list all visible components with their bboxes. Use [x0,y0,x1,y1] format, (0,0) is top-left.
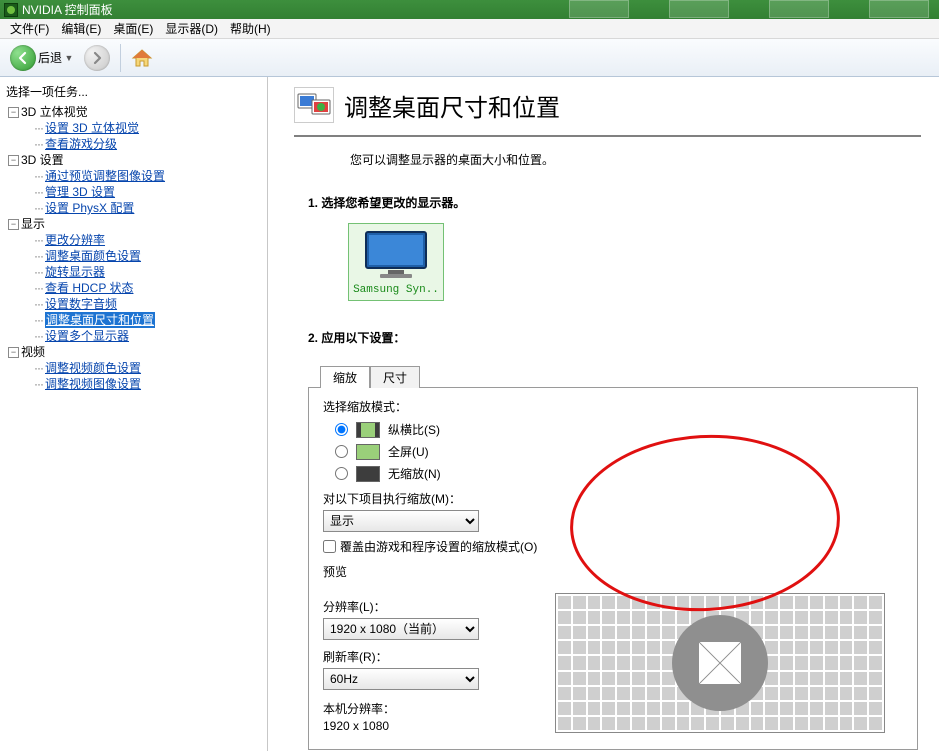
radio-aspect[interactable]: 纵横比(S) [335,421,903,438]
page-header: 调整桌面尺寸和位置 [294,87,921,137]
tree-group-video[interactable]: − 视频 [2,344,265,360]
resolution-label: 分辨率(L)： [323,598,523,615]
settings-tabs: 缩放 尺寸 [320,366,921,388]
preview-target-icon [672,615,768,711]
tree-item[interactable]: ···更改分辨率 [2,232,265,248]
monitor-label: Samsung Syn.. [353,284,439,296]
refresh-select[interactable]: 60Hz [323,668,479,690]
menu-help[interactable]: 帮助(H) [224,18,277,39]
tree-item[interactable]: ···设置数字音频 [2,296,265,312]
collapse-icon[interactable]: − [8,347,19,358]
perform-scale-label: 对以下项目执行缩放(M)： [323,490,903,507]
collapse-icon[interactable]: − [8,155,19,166]
resolution-select[interactable]: 1920 x 1080（当前） [323,618,479,640]
tree-item[interactable]: ···调整视频图像设置 [2,376,265,392]
collapse-icon[interactable]: − [8,219,19,230]
tree-group-3d-settings[interactable]: − 3D 设置 [2,152,265,168]
sidebar-title: 选择一项任务... [2,81,265,104]
radio-aspect-input[interactable] [335,423,348,436]
window-title: NVIDIA 控制面板 [22,1,113,18]
tree-group-3d-stereo[interactable]: − 3D 立体视觉 [2,104,265,120]
tree-item[interactable]: ···旋转显示器 [2,264,265,280]
perform-scale-select[interactable]: 显示 [323,510,479,532]
task-tree: − 3D 立体视觉 ···设置 3D 立体视觉 ···查看游戏分级 − 3D 设… [2,104,265,392]
scale-mode-label: 选择缩放模式： [323,398,903,415]
tree-item[interactable]: ···查看 HDCP 状态 [2,280,265,296]
radio-full-label: 全屏(U) [388,443,429,460]
preview-label: 预览 [323,563,903,580]
forward-button[interactable] [80,43,114,73]
override-label: 覆盖由游戏和程序设置的缩放模式(O) [340,538,537,555]
back-label: 后退 [38,49,62,66]
menu-edit[interactable]: 编辑(E) [55,18,107,39]
titlebar-taskbar-ghosts [569,0,939,19]
page-description: 您可以调整显示器的桌面大小和位置。 [350,151,921,168]
tab-scale[interactable]: 缩放 [320,366,370,388]
tree-group-display[interactable]: − 显示 [2,216,265,232]
menu-file[interactable]: 文件(F) [4,18,55,39]
monitor-thumbnail[interactable]: Samsung Syn.. [348,223,444,301]
menu-display[interactable]: 显示器(D) [159,18,224,39]
scale-panel: 选择缩放模式： 纵横比(S) 全屏(U) [308,387,918,750]
radio-none-input[interactable] [335,467,348,480]
nvidia-logo-icon [4,3,18,17]
menubar: 文件(F) 编辑(E) 桌面(E) 显示器(D) 帮助(H) [0,19,939,39]
tree-item[interactable]: ···管理 3D 设置 [2,184,265,200]
native-res-value: 1920 x 1080 [323,719,523,733]
toolbar: 后退 ▼ [0,39,939,77]
preview-grid [555,593,885,733]
no-scaling-icon [356,466,380,482]
refresh-label: 刷新率(R)： [323,648,523,665]
tree-item-selected[interactable]: ···调整桌面尺寸和位置 [2,312,265,328]
tree-item[interactable]: ···设置多个显示器 [2,328,265,344]
override-checkbox[interactable] [323,540,336,553]
native-res-label: 本机分辨率： [323,700,523,717]
home-button[interactable] [127,45,157,71]
tree-item[interactable]: ···设置 PhysX 配置 [2,200,265,216]
radio-none-label: 无缩放(N) [388,465,441,482]
step2-title: 2. 应用以下设置： [308,329,921,346]
radio-aspect-label: 纵横比(S) [388,421,440,438]
page-title: 调整桌面尺寸和位置 [344,88,560,123]
task-sidebar: 选择一项任务... − 3D 立体视觉 ···设置 3D 立体视觉 ···查看游… [0,77,268,751]
fullscreen-icon [356,444,380,460]
back-button[interactable]: 后退 ▼ [6,43,78,73]
radio-full-input[interactable] [335,445,348,458]
content-area: 调整桌面尺寸和位置 您可以调整显示器的桌面大小和位置。 1. 选择您希望更改的显… [268,77,939,751]
home-icon [131,47,153,69]
toolbar-separator [120,44,121,72]
forward-arrow-icon [84,45,110,71]
back-arrow-icon [10,45,36,71]
menu-desktop[interactable]: 桌面(E) [107,18,159,39]
tab-size[interactable]: 尺寸 [370,366,420,388]
step1-title: 1. 选择您希望更改的显示器。 [308,194,921,211]
tree-item[interactable]: ···查看游戏分级 [2,136,265,152]
page-header-icon [294,87,334,123]
tree-item[interactable]: ···调整桌面颜色设置 [2,248,265,264]
monitor-icon [360,228,432,282]
radio-full[interactable]: 全屏(U) [335,443,903,460]
collapse-icon[interactable]: − [8,107,19,118]
tree-item[interactable]: ···通过预览调整图像设置 [2,168,265,184]
radio-none[interactable]: 无缩放(N) [335,465,903,482]
window-titlebar: NVIDIA 控制面板 [0,0,939,19]
tree-item[interactable]: ···设置 3D 立体视觉 [2,120,265,136]
back-dropdown-icon[interactable]: ▼ [64,53,74,63]
aspect-icon [356,422,380,438]
tree-item[interactable]: ···调整视频颜色设置 [2,360,265,376]
